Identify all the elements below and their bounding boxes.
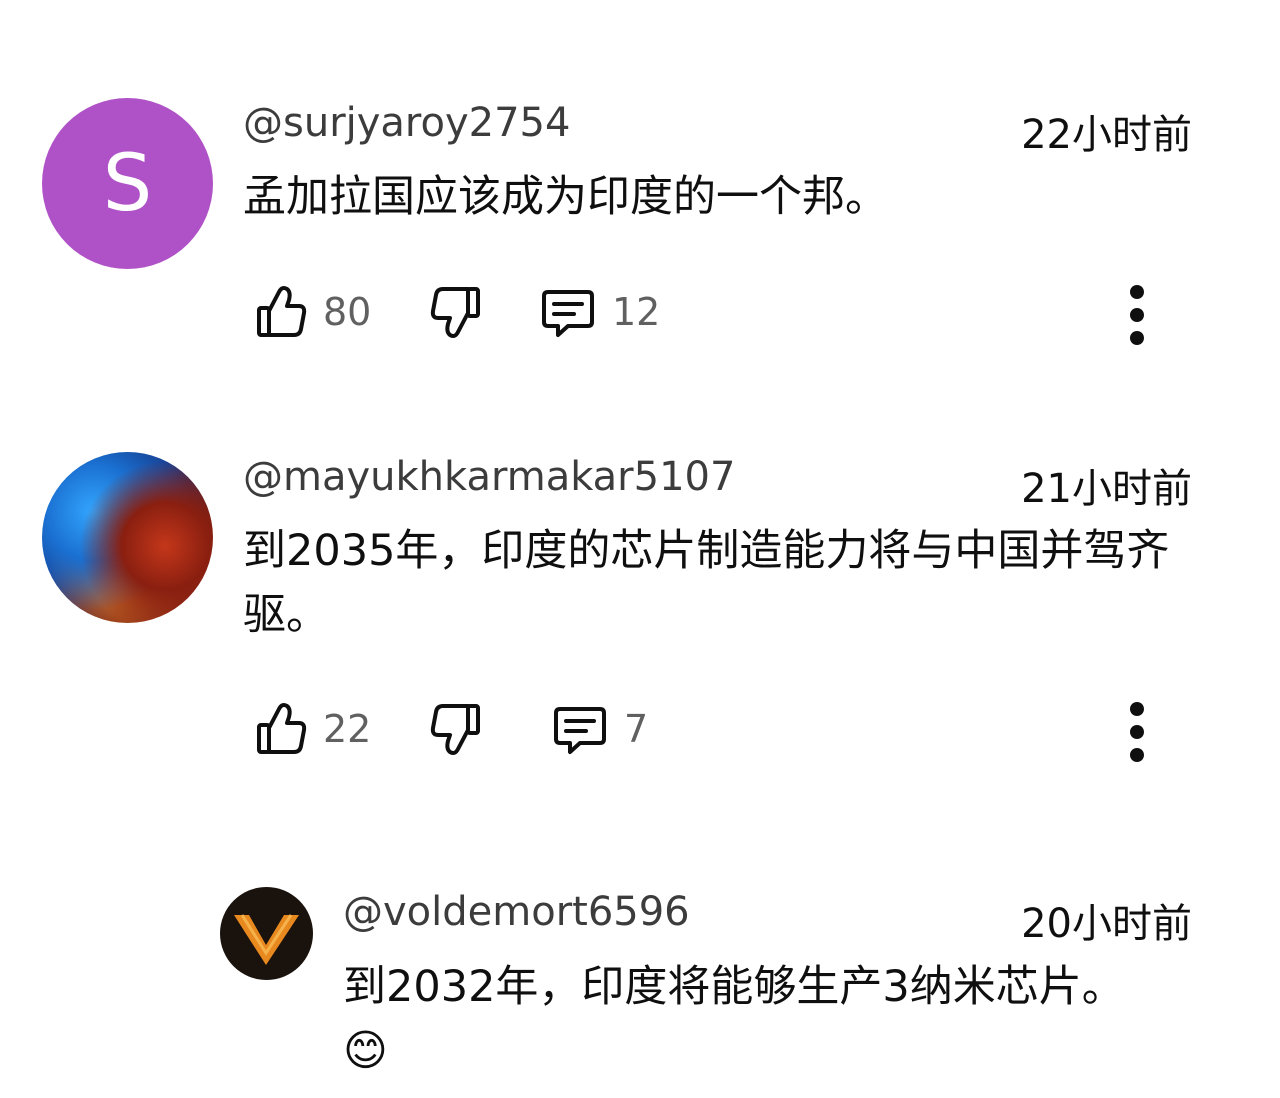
v-logo-icon xyxy=(234,914,299,965)
comment-author[interactable]: @voldemort6596 xyxy=(343,889,690,935)
avatar[interactable] xyxy=(220,887,313,980)
reply-item: @voldemort6596 20小时前 到2032年，印度将能够生产3纳米芯片… xyxy=(0,0,1280,1098)
comment-time: 20小时前 xyxy=(1021,901,1192,947)
comment-text: 到2032年，印度将能够生产3纳米芯片。😊 xyxy=(343,962,1125,1076)
